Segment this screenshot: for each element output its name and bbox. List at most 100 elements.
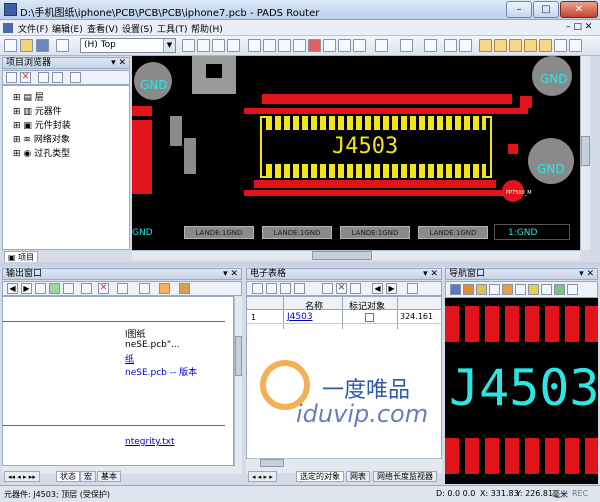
sheet-cut-icon[interactable] <box>294 283 305 294</box>
output-toggle-icon[interactable] <box>494 39 507 52</box>
tree-copy-icon[interactable] <box>38 72 49 83</box>
tree-properties-icon[interactable] <box>70 72 81 83</box>
output-clear-icon[interactable]: ✕ <box>98 283 109 294</box>
grid-icon[interactable] <box>197 39 210 52</box>
menu-settings[interactable]: 设置(S) <box>122 22 153 35</box>
pan-icon[interactable] <box>459 39 472 52</box>
sheet-edit-icon[interactable] <box>322 283 333 294</box>
arrow-right-icon[interactable]: ▶ <box>21 283 32 294</box>
splitter[interactable] <box>0 262 600 267</box>
extra-tool-icon[interactable] <box>554 39 567 52</box>
tune-icon[interactable] <box>353 39 366 52</box>
tab-net-length-monitor[interactable]: 网络长度监视器 <box>373 471 437 482</box>
arrow-right-icon[interactable]: ▶ <box>386 283 397 294</box>
arrow-left-icon[interactable]: ◀ <box>372 283 383 294</box>
marked-checkbox[interactable] <box>365 313 374 322</box>
mdi-controls[interactable]: – □ ✕ <box>566 22 592 32</box>
output-scrollbar[interactable] <box>234 296 242 466</box>
tab-status[interactable]: 状态 <box>56 471 80 482</box>
nav-net-icon[interactable] <box>476 284 487 295</box>
nav-component-icon[interactable] <box>463 284 474 295</box>
tab-macro[interactable]: 宏 <box>80 471 96 482</box>
spreadsheet-toggle-icon[interactable] <box>509 39 522 52</box>
menu-file[interactable]: 文件(F) <box>18 22 48 35</box>
save-icon[interactable] <box>36 39 49 52</box>
spreadsheet-scrollbar-h[interactable] <box>246 458 442 467</box>
tree-paste-icon[interactable] <box>52 72 63 83</box>
tree-item-layers[interactable]: ⊞ ▤ 层 <box>13 90 44 103</box>
verify-icon[interactable] <box>338 39 351 52</box>
nav-pad-icon[interactable] <box>528 284 539 295</box>
tree-item-vias[interactable]: ⊞ ◉ 过孔类型 <box>13 146 70 159</box>
nav-preview[interactable]: J4503 <box>445 298 598 484</box>
close-button[interactable]: ✕ <box>560 1 598 18</box>
output-find-icon[interactable] <box>139 283 150 294</box>
output-print-icon[interactable] <box>117 283 128 294</box>
print-icon[interactable] <box>56 39 69 52</box>
layer-select[interactable]: (H) Top ▼ <box>80 38 176 53</box>
output-text-area[interactable]: l图纸 neSE.pcb"... 纸 neSE.pcb -- 版本 ntegri… <box>2 296 234 466</box>
panel-close-icon[interactable]: ▾ ✕ <box>423 269 438 279</box>
output-refresh-icon[interactable] <box>49 283 60 294</box>
route-icon[interactable] <box>248 39 261 52</box>
tab-nav-arrows[interactable]: ◂◂ ◂ ▸ ▸▸ <box>4 471 40 482</box>
nav-options-icon[interactable] <box>567 284 578 295</box>
options-icon[interactable] <box>569 39 582 52</box>
tree-item-footprints[interactable]: ⊞ ▣ 元件封装 <box>13 118 71 131</box>
arrow-left-icon[interactable]: ◀ <box>7 283 18 294</box>
panel-close-icon[interactable]: ▾ ✕ <box>111 58 126 68</box>
nav-via-icon[interactable] <box>515 284 526 295</box>
redraw-icon[interactable] <box>424 39 437 52</box>
interactive-route-icon[interactable] <box>278 39 291 52</box>
row-name-link[interactable]: J4503 <box>287 312 313 322</box>
zoom-icon[interactable] <box>444 39 457 52</box>
undo-icon[interactable] <box>375 39 388 52</box>
maximize-button[interactable]: □ <box>533 1 559 18</box>
menu-help[interactable]: 帮助(H) <box>191 22 223 35</box>
menu-edit[interactable]: 编辑(E) <box>52 22 83 35</box>
nav-trace-icon[interactable] <box>502 284 513 295</box>
panel-close-icon[interactable]: ▾ ✕ <box>579 269 594 279</box>
pcb-canvas[interactable]: GND J4503 PP7500_M GND GND GND LANDE:1GN… <box>132 56 580 250</box>
output-link[interactable]: ntegrity.txt <box>125 437 175 447</box>
nav-text-icon[interactable] <box>489 284 500 295</box>
new-file-icon[interactable] <box>4 39 17 52</box>
stop-icon[interactable] <box>308 39 321 52</box>
sheet-props-icon[interactable] <box>252 283 263 294</box>
wand-icon[interactable] <box>212 39 225 52</box>
output-copy-icon[interactable] <box>63 283 74 294</box>
output-paste-icon[interactable] <box>81 283 92 294</box>
redo-icon[interactable] <box>400 39 413 52</box>
nav-fit-icon[interactable] <box>450 284 461 295</box>
nav-refresh-icon[interactable] <box>554 284 565 295</box>
tree-new-icon[interactable] <box>6 72 17 83</box>
chevron-down-icon[interactable]: ▼ <box>163 39 175 52</box>
column-header-name[interactable]: 名称 <box>305 299 323 312</box>
tree-delete-icon[interactable]: ✕ <box>20 72 31 83</box>
layer-pair-icon[interactable] <box>182 39 195 52</box>
column-header-marked[interactable]: 标记对象 <box>349 299 385 312</box>
output-stop-icon[interactable] <box>35 283 46 294</box>
sheet-filter-icon[interactable] <box>350 283 361 294</box>
tab-netlist[interactable]: 网表 <box>346 471 370 482</box>
project-browser-toggle-icon[interactable] <box>479 39 492 52</box>
canvas-scrollbar-v[interactable] <box>580 56 590 250</box>
sheet-export-icon[interactable] <box>407 283 418 294</box>
output-link[interactable]: neSE.pcb -- 版本 <box>125 365 197 378</box>
tree-item-nets[interactable]: ⊞ ≋ 网络对象 <box>13 132 70 145</box>
open-folder-icon[interactable] <box>20 39 33 52</box>
refresh-icon[interactable] <box>227 39 240 52</box>
sheet-paste-icon[interactable] <box>280 283 291 294</box>
tab-selected-objects[interactable]: 选定的对象 <box>296 471 344 482</box>
minimize-button[interactable]: – <box>506 1 532 18</box>
output-book-icon[interactable] <box>179 283 190 294</box>
sheet-delete-icon[interactable]: ✕ <box>336 283 347 294</box>
nav-grid-icon[interactable] <box>541 284 552 295</box>
tab-nav-arrows[interactable]: ◂ ◂ ▸ ▸ <box>248 471 277 482</box>
layout-icon[interactable] <box>539 39 552 52</box>
dynamic-route-icon[interactable] <box>293 39 306 52</box>
canvas-scrollbar-h[interactable] <box>132 250 580 260</box>
tree-item-components[interactable]: ⊞ ▥ 元器件 <box>13 104 62 117</box>
select-icon[interactable] <box>263 39 276 52</box>
auto-route-icon[interactable] <box>323 39 336 52</box>
